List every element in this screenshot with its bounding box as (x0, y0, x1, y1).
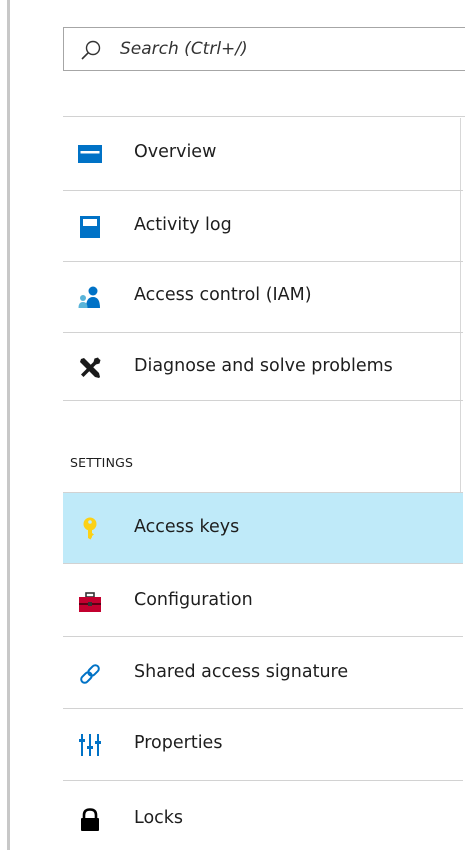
left-pane-border (7, 0, 10, 850)
sliders-icon (79, 734, 101, 756)
menu-item-access-control[interactable]: Access control (IAM) (63, 262, 463, 333)
key-icon (83, 517, 97, 540)
section-header-settings: SETTINGS (70, 455, 134, 470)
menu-item-label: Access control (IAM) (134, 285, 312, 305)
menu-item-diagnose[interactable]: Diagnose and solve problems (63, 333, 463, 401)
menu-item-label: Diagnose and solve problems (134, 356, 393, 376)
wrench-screwdriver-icon (80, 357, 101, 378)
menu-item-locks[interactable]: Locks (63, 781, 463, 850)
menu-item-label: Locks (134, 808, 184, 828)
menu-item-properties[interactable]: Properties (63, 709, 463, 781)
menu-item-shared-access-signature[interactable]: Shared access signature (63, 637, 463, 709)
menu-item-label: Activity log (134, 215, 232, 235)
people-icon (78, 286, 100, 308)
divider (63, 116, 465, 117)
search-input[interactable] (120, 34, 450, 64)
menu-item-label: Properties (134, 733, 223, 753)
toolbox-icon (79, 592, 101, 612)
menu-item-activity-log[interactable]: Activity log (63, 191, 463, 262)
link-icon (80, 664, 100, 684)
menu-item-label: Configuration (134, 590, 253, 610)
menu-item-access-keys[interactable]: Access keys (63, 492, 463, 564)
menu-item-label: Overview (134, 142, 217, 162)
lock-icon (81, 808, 99, 831)
menu-item-configuration[interactable]: Configuration (63, 564, 463, 637)
search-box[interactable] (63, 27, 465, 71)
menu-item-label: Access keys (134, 517, 240, 537)
menu-item-overview[interactable]: Overview (63, 118, 463, 191)
menu-item-label: Shared access signature (134, 662, 349, 682)
overview-icon (78, 145, 102, 163)
activity-log-icon (80, 216, 100, 238)
search-icon (81, 40, 101, 60)
